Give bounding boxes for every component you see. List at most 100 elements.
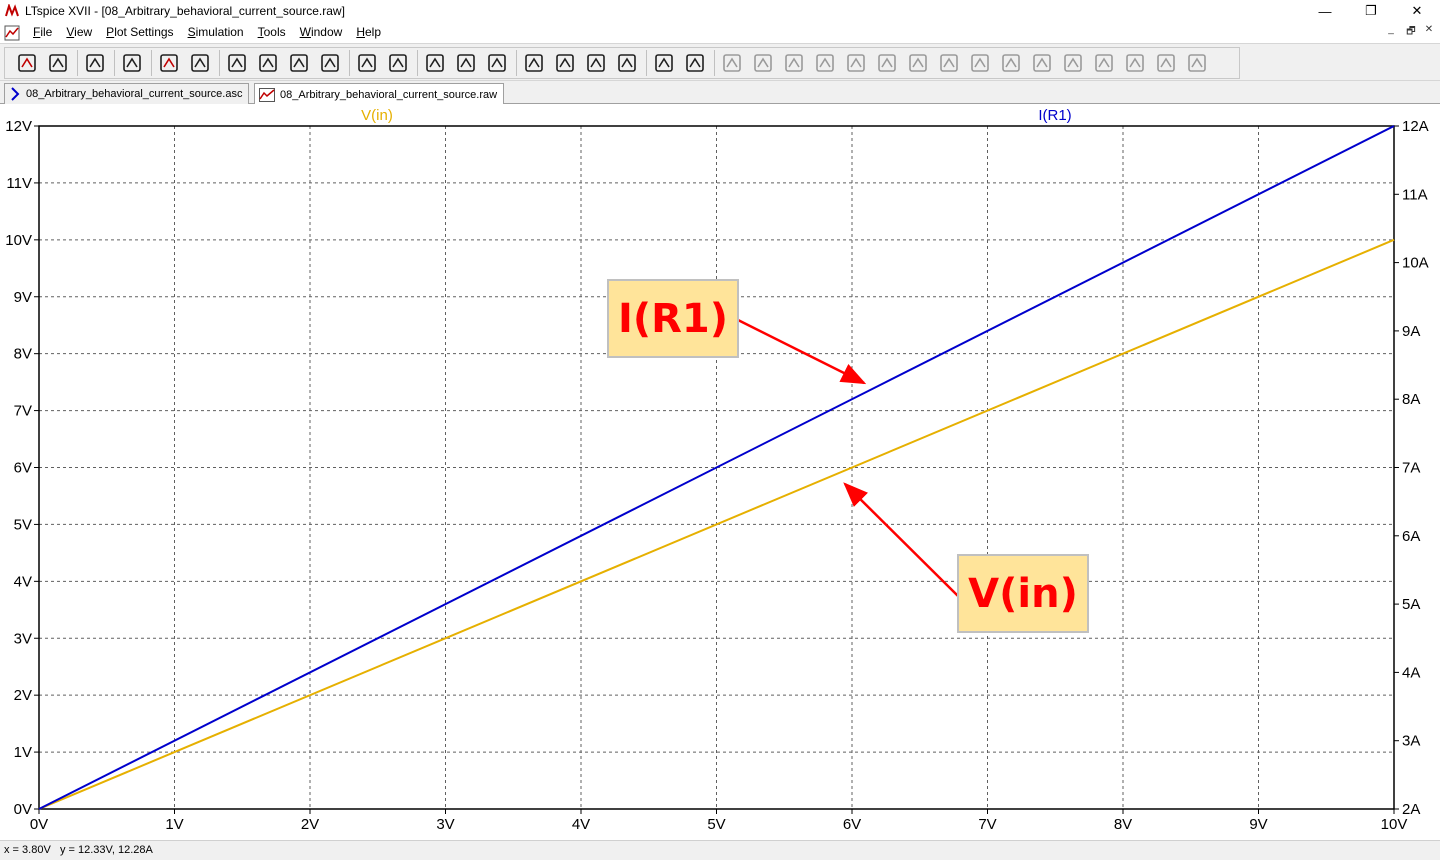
tab-waveform-label: 08_Arbitrary_behavioral_current_source.r… bbox=[280, 88, 498, 101]
mdi-minimize-button[interactable]: _ bbox=[1382, 24, 1400, 35]
resistor-button[interactable] bbox=[812, 50, 838, 76]
waveform-icon bbox=[259, 87, 275, 102]
text-icon bbox=[1157, 54, 1175, 72]
y-right-tick-label: 2A bbox=[1402, 801, 1420, 818]
restore-button[interactable]: ❐ bbox=[1348, 0, 1394, 22]
mirror-button[interactable] bbox=[1122, 50, 1148, 76]
print-setup-button[interactable] bbox=[682, 50, 708, 76]
legend-vin: V(in) bbox=[361, 107, 393, 124]
x-tick-label: 5V bbox=[707, 816, 725, 833]
draw-wire-icon bbox=[723, 54, 741, 72]
cut-button[interactable] bbox=[521, 50, 547, 76]
find-icon bbox=[618, 54, 636, 72]
diode-button[interactable] bbox=[905, 50, 931, 76]
tab-schematic[interactable]: 08_Arbitrary_behavioral_current_source.a… bbox=[4, 83, 250, 104]
y-left-tick-label: 6V bbox=[14, 460, 32, 477]
zoom-area-icon bbox=[228, 54, 246, 72]
spice-directive-button[interactable] bbox=[1184, 50, 1210, 76]
title-bar: LTspice XVII - [08_Arbitrary_behavioral_… bbox=[0, 0, 1440, 22]
left-y-axis: 0V 1V 2V 3V 4V 5V 6V 7V 8V 9V 10V 11V 12V bbox=[5, 118, 39, 818]
waveform-chart[interactable]: 0V 1V 2V 3V 4V 5V 6V 7V 8V 9V 10V 0V 1V 2V 3V 4V 5V 6V 7V… bbox=[0, 104, 1440, 840]
rotate-button[interactable] bbox=[1091, 50, 1117, 76]
open-button[interactable] bbox=[45, 50, 71, 76]
run-button[interactable] bbox=[156, 50, 182, 76]
tile-horizontal-icon bbox=[426, 54, 444, 72]
tab-waveform[interactable]: 08_Arbitrary_behavioral_current_source.r… bbox=[254, 83, 505, 105]
halt-button[interactable] bbox=[187, 50, 213, 76]
label-net-button[interactable] bbox=[781, 50, 807, 76]
component-icon bbox=[940, 54, 958, 72]
menu-window[interactable]: Window bbox=[293, 23, 350, 42]
text-button[interactable] bbox=[1153, 50, 1179, 76]
y-left-tick-label: 10V bbox=[5, 232, 32, 249]
tile-horizontal-button[interactable] bbox=[422, 50, 448, 76]
toolbar-separator bbox=[417, 50, 418, 76]
y-right-tick-label: 4A bbox=[1402, 664, 1420, 681]
toolbar-separator bbox=[349, 50, 350, 76]
mdi-close-button[interactable]: ✕ bbox=[1420, 24, 1438, 35]
save-button[interactable] bbox=[82, 50, 108, 76]
zoom-area-button[interactable] bbox=[224, 50, 250, 76]
plot-pane[interactable]: 0V 1V 2V 3V 4V 5V 6V 7V 8V 9V 10V 0V 1V 2V 3V 4V 5V 6V 7V… bbox=[0, 104, 1440, 840]
tab-bar: 08_Arbitrary_behavioral_current_source.a… bbox=[0, 81, 1440, 105]
undo-button[interactable] bbox=[1029, 50, 1055, 76]
zoom-out-button[interactable] bbox=[286, 50, 312, 76]
x-tick-label: 2V bbox=[301, 816, 319, 833]
save-icon bbox=[86, 54, 104, 72]
autorange-button[interactable] bbox=[354, 50, 380, 76]
control-panel-icon bbox=[123, 54, 141, 72]
tile-vertical-button[interactable] bbox=[453, 50, 479, 76]
x-tick-label: 7V bbox=[978, 816, 996, 833]
zoom-in-button[interactable] bbox=[255, 50, 281, 76]
y-right-tick-label: 6A bbox=[1402, 528, 1420, 545]
drag-button[interactable] bbox=[998, 50, 1024, 76]
y-left-tick-label: 1V bbox=[14, 744, 32, 761]
component-button[interactable] bbox=[936, 50, 962, 76]
capacitor-button[interactable] bbox=[843, 50, 869, 76]
draw-wire-button[interactable] bbox=[719, 50, 745, 76]
find-button[interactable] bbox=[614, 50, 640, 76]
minimize-button[interactable]: — bbox=[1302, 0, 1348, 22]
toolbar-separator bbox=[114, 50, 115, 76]
y-right-tick-label: 12A bbox=[1402, 118, 1429, 135]
control-panel-button[interactable] bbox=[119, 50, 145, 76]
new-schematic-button[interactable] bbox=[14, 50, 40, 76]
y-left-tick-label: 8V bbox=[14, 346, 32, 363]
autorange-icon bbox=[358, 54, 376, 72]
y-left-tick-label: 2V bbox=[14, 687, 32, 704]
y-right-tick-label: 3A bbox=[1402, 733, 1420, 750]
x-axis: 0V 1V 2V 3V 4V 5V 6V 7V 8V 9V 10V bbox=[30, 809, 1407, 833]
menu-simulation[interactable]: Simulation bbox=[181, 23, 251, 42]
menu-file[interactable]: File bbox=[26, 23, 59, 42]
ground-button[interactable] bbox=[750, 50, 776, 76]
waveform-doc-icon[interactable] bbox=[4, 25, 20, 41]
close-button[interactable]: ✕ bbox=[1394, 0, 1440, 22]
paste-icon bbox=[587, 54, 605, 72]
inductor-button[interactable] bbox=[874, 50, 900, 76]
y-left-tick-label: 0V bbox=[14, 801, 32, 818]
menu-plot-settings[interactable]: Plot Settings bbox=[99, 23, 180, 42]
halt-icon bbox=[191, 54, 209, 72]
redo-button[interactable] bbox=[1060, 50, 1086, 76]
menu-bar: File View Plot Settings Simulation Tools… bbox=[0, 22, 1440, 43]
move-button[interactable] bbox=[967, 50, 993, 76]
mdi-restore-button[interactable]: 🗗 bbox=[1402, 24, 1420, 41]
menu-tools[interactable]: Tools bbox=[251, 23, 293, 42]
cascade-button[interactable] bbox=[484, 50, 510, 76]
open-icon bbox=[49, 54, 67, 72]
menu-view[interactable]: View bbox=[59, 23, 99, 42]
toolbar-separator bbox=[151, 50, 152, 76]
spice-directive-icon bbox=[1188, 54, 1206, 72]
menu-help[interactable]: Help bbox=[349, 23, 388, 42]
y-right-tick-label: 7A bbox=[1402, 460, 1420, 477]
trace-legend: V(in) I(R1) bbox=[361, 107, 1072, 124]
paste-button[interactable] bbox=[583, 50, 609, 76]
cascade-icon bbox=[488, 54, 506, 72]
mark-data-points-button[interactable] bbox=[385, 50, 411, 76]
print-button[interactable] bbox=[651, 50, 677, 76]
ir1-callout: I(R1) bbox=[607, 279, 739, 358]
copy-button[interactable] bbox=[552, 50, 578, 76]
y-right-tick-label: 9A bbox=[1402, 323, 1420, 340]
toolbar-separator bbox=[646, 50, 647, 76]
zoom-full-button[interactable] bbox=[317, 50, 343, 76]
